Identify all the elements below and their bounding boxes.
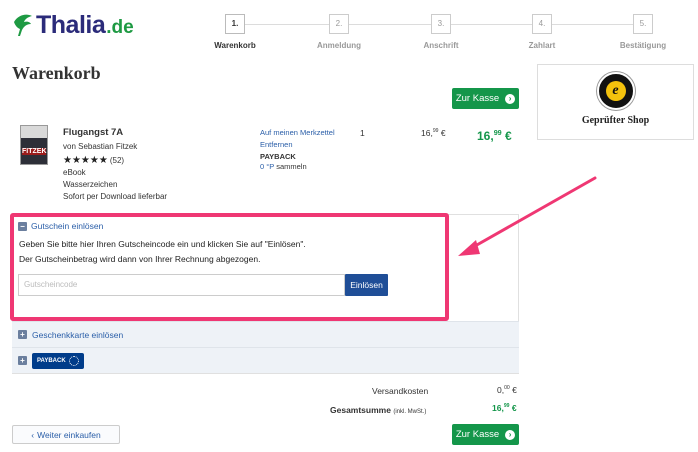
page-title: Warenkorb — [12, 63, 101, 83]
step-label: Warenkorb — [214, 41, 256, 50]
wishlist-link[interactable]: Auf meinen Merkzettel — [260, 128, 335, 137]
step-cart: 1. Warenkorb — [200, 14, 270, 50]
logo-brand-name: Thalia — [36, 10, 106, 39]
product-drm: Wasserzeichen — [63, 180, 118, 189]
trusted-shop-label: Geprüfter Shop — [581, 115, 650, 126]
voucher-toggle[interactable]: − Gutschein einlösen — [18, 221, 103, 231]
step-number: 5. — [633, 14, 653, 34]
product-cover-image[interactable]: FITZEK — [20, 125, 48, 165]
product-title[interactable]: Flugangst 7A — [63, 127, 123, 138]
cover-top-band — [21, 126, 47, 138]
payback-logo: PAYBACK — [32, 352, 84, 369]
product-format: eBook — [63, 168, 86, 177]
shipping-label: Versandkosten — [372, 386, 429, 396]
vat-note: (inkl. MwSt.) — [393, 409, 427, 415]
price-cents: 99 — [493, 128, 502, 137]
price-cents: 00 — [504, 385, 510, 392]
voucher-heading: Gutschein einlösen — [31, 221, 104, 231]
plus-icon: + — [18, 356, 27, 365]
remove-link[interactable]: Entfernen — [260, 140, 293, 149]
line-total-price: 16,99 € — [477, 128, 512, 143]
price-currency: € — [505, 129, 512, 143]
giftcard-label: Geschenkkarte einlösen — [32, 329, 124, 340]
star-rating-icon: ★★★★★ — [63, 155, 108, 166]
trusted-shops-seal-icon: e — [596, 72, 635, 110]
product-author: von Sebastian Fitzek — [63, 142, 138, 151]
payback-points: 0 °P sammeln — [260, 162, 307, 171]
price-main: 16, — [421, 128, 433, 138]
grand-total-value: 16,99 € — [492, 403, 517, 413]
thalia-logo[interactable]: Thalia .de — [12, 8, 134, 42]
price-cents: 99 — [432, 128, 439, 135]
step-confirmation: 5. Bestätigung — [608, 14, 678, 50]
minus-icon: − — [18, 221, 27, 231]
voucher-code-input[interactable]: Gutscheincode — [18, 274, 345, 296]
checkout-stepper: 1. Warenkorb 2. Anmeldung 3. Anschrift 4… — [210, 14, 670, 54]
payback-dots-icon — [68, 355, 79, 366]
rating-count: (52) — [109, 156, 125, 165]
payback-badge-text: PAYBACK — [37, 357, 66, 364]
grand-total-text: Gesamtsumme — [330, 405, 391, 415]
step-number: 4. — [532, 14, 552, 34]
continue-shopping-label: Weiter einkaufen — [37, 429, 101, 440]
price-main: 16, — [477, 129, 494, 143]
annotation-arrow-icon — [458, 176, 597, 256]
checkout-button-top[interactable]: Zur Kasse › — [452, 88, 519, 109]
checkout-button-label: Zur Kasse — [455, 429, 500, 440]
grand-total-label: Gesamtsumme (inkl. MwSt.) — [330, 405, 426, 415]
product-availability: Sofort per Download lieferbar — [63, 192, 168, 201]
logo-domain-suffix: .de — [106, 16, 134, 38]
redeem-button[interactable]: Einlösen — [345, 274, 388, 296]
product-rating: ★★★★★ (52) — [63, 155, 124, 166]
cover-title: FITZEK — [22, 148, 47, 155]
step-label: Anmeldung — [317, 41, 361, 50]
chevron-right-icon: › — [505, 429, 516, 440]
step-payment: 4. Zahlart — [507, 14, 577, 50]
price-currency: € — [512, 385, 517, 395]
plus-icon: + — [18, 330, 27, 339]
shipping-value: 0,00 € — [497, 385, 517, 395]
seal-letter: e — [605, 81, 626, 101]
step-address: 3. Anschrift — [406, 14, 476, 50]
chevron-left-icon: ‹ — [31, 429, 35, 440]
unit-price: 16,99 € — [421, 128, 446, 138]
price-currency: € — [511, 403, 517, 413]
step-label: Zahlart — [528, 41, 556, 50]
trusted-shop-badge[interactable]: e Geprüfter Shop — [537, 64, 694, 140]
price-cents: 99 — [503, 403, 510, 410]
step-number: 1. — [225, 14, 245, 34]
voucher-instruction-2: Der Gutscheinbetrag wird dann von Ihrer … — [19, 254, 261, 264]
bird-logo-icon — [14, 14, 32, 36]
points-value: 0 °P — [260, 162, 275, 171]
price-currency: € — [440, 128, 446, 138]
payback-toggle[interactable]: + PAYBACK — [12, 347, 519, 373]
step-number: 2. — [329, 14, 349, 34]
voucher-instruction-1: Geben Sie bitte hier Ihren Gutscheincode… — [19, 239, 306, 249]
step-label: Anschrift — [423, 41, 459, 50]
giftcard-toggle[interactable]: + Geschenkkarte einlösen — [12, 321, 519, 347]
quantity-value[interactable]: 1 — [360, 128, 365, 138]
step-label: Bestätigung — [619, 41, 667, 50]
step-number: 3. — [431, 14, 451, 34]
checkout-button-label: Zur Kasse — [455, 93, 500, 104]
chevron-right-icon: › — [505, 93, 516, 104]
payback-label: PAYBACK — [260, 152, 296, 161]
step-login: 2. Anmeldung — [304, 14, 374, 50]
price-main: 16, — [492, 403, 504, 413]
continue-shopping-button[interactable]: ‹ Weiter einkaufen — [12, 425, 120, 444]
points-suffix: sammeln — [276, 162, 307, 171]
checkout-button-bottom[interactable]: Zur Kasse › — [452, 424, 519, 445]
voucher-section: − Gutschein einlösen Geben Sie bitte hie… — [10, 213, 449, 321]
